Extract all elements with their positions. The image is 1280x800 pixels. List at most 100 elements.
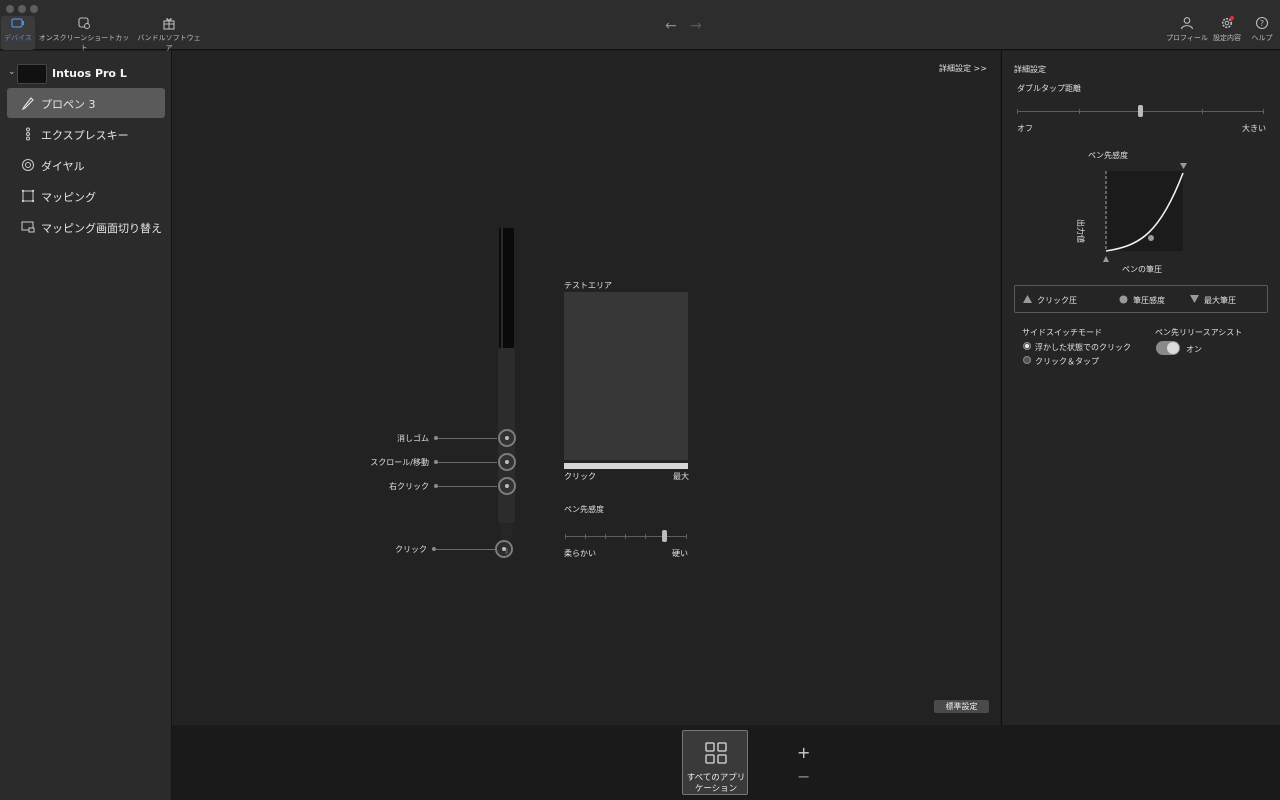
triangle-up-icon <box>1023 295 1032 303</box>
curve-x-label: ペンの筆圧 <box>1122 265 1162 274</box>
grid-icon <box>705 742 727 764</box>
tip-feel-right-label: 硬い <box>672 549 688 558</box>
pressure-bar-left-label: クリック <box>564 472 596 481</box>
device-row[interactable]: ⌄ Intuos Pro L <box>0 61 172 87</box>
toolbar-profile-label: プロフィール <box>1166 34 1208 42</box>
dial-icon <box>22 159 34 171</box>
toolbar-help-label: ヘルプ <box>1251 34 1273 42</box>
legend-sensitivity-label: 筆圧感度 <box>1133 296 1165 305</box>
slider-tick <box>1079 109 1080 114</box>
sidebar-item-dial[interactable]: ダイヤル <box>7 150 165 180</box>
scroll-button-marker[interactable] <box>498 453 516 471</box>
advanced-panel: 詳細設定 ダブルタップ距離 オフ 大きい ペン先感度 出力値 ペンの筆圧 クリッ… <box>1001 51 1280 725</box>
toolbar-shortcut-button[interactable]: オンスクリーンショートカット <box>38 16 130 52</box>
test-area[interactable] <box>564 292 688 460</box>
profile-icon <box>1180 17 1194 30</box>
pressure-curve-graph[interactable] <box>1100 161 1190 265</box>
toolbar: デバイス オンスクリーンショートカット バンドルソフトウェア ← → プロフィー… <box>0 0 1280 52</box>
close-window-button[interactable] <box>6 5 14 13</box>
sidebar-item-expresskey[interactable]: エクスプレスキー <box>7 119 165 149</box>
forward-arrow-icon[interactable]: → <box>690 18 702 34</box>
curve-legend: クリック圧 筆圧感度 最大筆圧 <box>1014 285 1268 313</box>
tip-feel-slider-track[interactable] <box>565 536 687 537</box>
sidebar: ⌄ Intuos Pro L プロペン 3 エクスプレスキー ダイヤル マッピン… <box>0 51 172 800</box>
hover-click-label: 浮かした状態でのクリック <box>1035 343 1131 352</box>
screen-toggle-icon <box>21 221 35 233</box>
tip-feel-left-label: 柔らかい <box>564 549 596 558</box>
gift-icon <box>163 18 175 30</box>
advanced-panel-title: 詳細設定 <box>1014 65 1046 74</box>
all-applications-tile[interactable]: すべてのアプリ ケーション <box>682 730 748 795</box>
legend-max-label: 最大筆圧 <box>1204 296 1236 305</box>
release-assist-state: オン <box>1186 345 1202 354</box>
tip-click-marker[interactable] <box>495 540 513 558</box>
toolbar-bundle-button[interactable]: バンドルソフトウェア <box>135 16 203 52</box>
pen-button-right-click-label: 右クリック <box>389 482 429 491</box>
default-button[interactable]: 標準設定 <box>934 700 989 713</box>
zoom-window-button[interactable] <box>30 5 38 13</box>
toolbar-settings-label: 設定内容 <box>1213 34 1241 42</box>
double-tap-right-label: 大きい <box>1242 124 1266 133</box>
leader-line <box>435 549 495 550</box>
sidebar-item-label: マッピング画面切り替え <box>41 222 162 235</box>
pen-icon <box>21 97 34 110</box>
add-application-button[interactable]: + <box>797 743 810 762</box>
leader-line <box>437 486 497 487</box>
minimize-window-button[interactable] <box>18 5 26 13</box>
svg-text:?: ? <box>1260 19 1264 28</box>
right-click-button-marker[interactable] <box>498 477 516 495</box>
sidebar-item-label: マッピング <box>41 191 96 204</box>
slider-tick <box>1263 109 1264 114</box>
double-tap-title: ダブルタップ距離 <box>1017 84 1081 93</box>
gear-icon <box>1221 16 1234 29</box>
tip-feel-slider-thumb[interactable] <box>662 530 667 542</box>
slider-tick <box>686 534 687 539</box>
application-strip: すべてのアプリ ケーション + − <box>172 725 1280 800</box>
hover-click-radio[interactable] <box>1023 342 1031 350</box>
leader-line <box>437 438 497 439</box>
legend-click-label: クリック圧 <box>1037 296 1077 305</box>
click-tap-radio[interactable] <box>1023 356 1031 364</box>
toolbar-help-button[interactable]: ? ヘルプ <box>1249 16 1275 50</box>
curve-y-label: 出力値 <box>1076 219 1085 243</box>
pen-button-click-label: クリック <box>395 545 427 554</box>
toolbar-bundle-label: バンドルソフトウェア <box>137 34 201 52</box>
back-arrow-icon[interactable]: ← <box>665 18 677 34</box>
advanced-settings-link[interactable]: 詳細設定 >> <box>939 63 987 74</box>
pressure-bar <box>564 463 688 469</box>
slider-tick <box>585 534 586 539</box>
toolbar-device-button[interactable]: デバイス <box>1 16 35 50</box>
mapping-icon <box>21 189 35 203</box>
slider-tick <box>605 534 606 539</box>
expresskey-icon <box>26 127 30 141</box>
curve-title: ペン先感度 <box>1088 151 1128 160</box>
slider-tick <box>625 534 626 539</box>
leader-line <box>437 462 497 463</box>
side-switch-title: サイドスイッチモード <box>1022 328 1102 337</box>
sidebar-item-pro-pen[interactable]: プロペン 3 <box>7 88 165 118</box>
pressure-bar-right-label: 最大 <box>673 472 689 481</box>
sidebar-item-label: エクスプレスキー <box>41 129 129 142</box>
test-area-title: テストエリア <box>564 281 612 290</box>
sidebar-item-screen-toggle[interactable]: マッピング画面切り替え <box>7 212 165 242</box>
all-applications-label-line2: ケーション <box>694 784 738 794</box>
onscreen-shortcut-icon <box>78 17 90 29</box>
remove-application-button[interactable]: − <box>797 767 810 786</box>
tip-feel-title: ペン先感度 <box>564 505 604 514</box>
double-tap-left-label: オフ <box>1017 124 1033 133</box>
release-assist-title: ペン先リリースアシスト <box>1155 328 1243 337</box>
sidebar-item-label: ダイヤル <box>41 160 85 173</box>
chevron-down-icon[interactable]: ⌄ <box>8 67 16 77</box>
toolbar-settings-button[interactable]: 設定内容 <box>1211 16 1243 50</box>
all-applications-label-line1: すべてのアプリ <box>686 773 746 783</box>
slider-tick <box>565 534 566 539</box>
slider-tick <box>1202 109 1203 114</box>
toolbar-profile-button[interactable]: プロフィール <box>1166 16 1208 50</box>
double-tap-slider-thumb[interactable] <box>1138 105 1143 117</box>
tablet-thumbnail <box>17 64 47 84</box>
eraser-button-marker[interactable] <box>498 429 516 447</box>
release-assist-toggle[interactable] <box>1156 341 1180 355</box>
circle-icon <box>1119 295 1128 304</box>
sidebar-item-mapping[interactable]: マッピング <box>7 181 165 211</box>
all-applications-label: すべてのアプリ ケーション <box>683 773 749 795</box>
